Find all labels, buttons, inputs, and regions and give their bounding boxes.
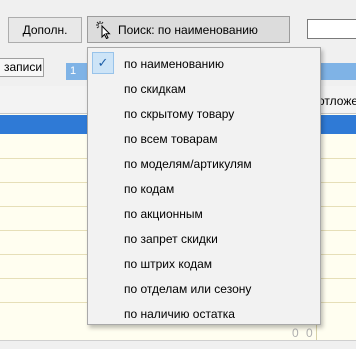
menu-item-label: по акционным (124, 206, 203, 221)
menu-item-label: по наличию остатка (124, 306, 235, 321)
menu-item-label: по моделям/артикулям (124, 156, 252, 171)
more-button[interactable]: Дополн. (8, 17, 82, 43)
footer-value: 0 (306, 326, 313, 340)
menu-item-by-models[interactable]: по моделям/артикулям (90, 151, 318, 176)
menu-item-label: по скрытому товару (124, 106, 235, 121)
search-mode-button[interactable]: Поиск: по наименованию (87, 16, 290, 43)
menu-item-label: по штрих кодам (124, 256, 213, 271)
menu-item-by-codes[interactable]: по кодам (90, 176, 318, 201)
menu-item-by-all-goods[interactable]: по всем товарам (90, 126, 318, 151)
tab-records[interactable]: записи (0, 58, 44, 77)
search-mode-menu: ✓ по наименованию по скидкам по скрытому… (87, 47, 321, 325)
tab-records-label: записи (4, 60, 43, 74)
menu-item-by-promo[interactable]: по акционным (90, 201, 318, 226)
menu-item-label: по скидкам (124, 81, 186, 96)
menu-item-label: по отделам или сезону (124, 281, 252, 296)
search-mode-label: Поиск: по наименованию (118, 22, 258, 37)
menu-item-label: по всем товарам (124, 131, 218, 146)
menu-item-by-discount-ban[interactable]: по запрет скидки (90, 226, 318, 251)
footer-value: 0 (292, 326, 299, 340)
cursor-click-icon (96, 20, 112, 39)
column-header-postponed[interactable]: отложе (318, 94, 356, 108)
search-input[interactable] (307, 19, 356, 39)
menu-item-label: по запрет скидки (124, 231, 218, 246)
menu-item-by-hidden-goods[interactable]: по скрытому товару (90, 101, 318, 126)
menu-item-by-stock[interactable]: по наличию остатка (90, 301, 318, 326)
more-button-label: Дополн. (22, 23, 68, 37)
menu-item-by-discounts[interactable]: по скидкам (90, 76, 318, 101)
top-tabs-strip (0, 0, 356, 8)
menu-item-label: по наименованию (124, 56, 224, 71)
menu-item-by-name[interactable]: ✓ по наименованию (90, 51, 318, 76)
tab-blue-label: 1 (70, 65, 77, 77)
menu-item-by-barcodes[interactable]: по штрих кодам (90, 251, 318, 276)
check-icon: ✓ (92, 52, 114, 74)
menu-item-by-department[interactable]: по отделам или сезону (90, 276, 318, 301)
menu-item-label: по кодам (124, 181, 175, 196)
